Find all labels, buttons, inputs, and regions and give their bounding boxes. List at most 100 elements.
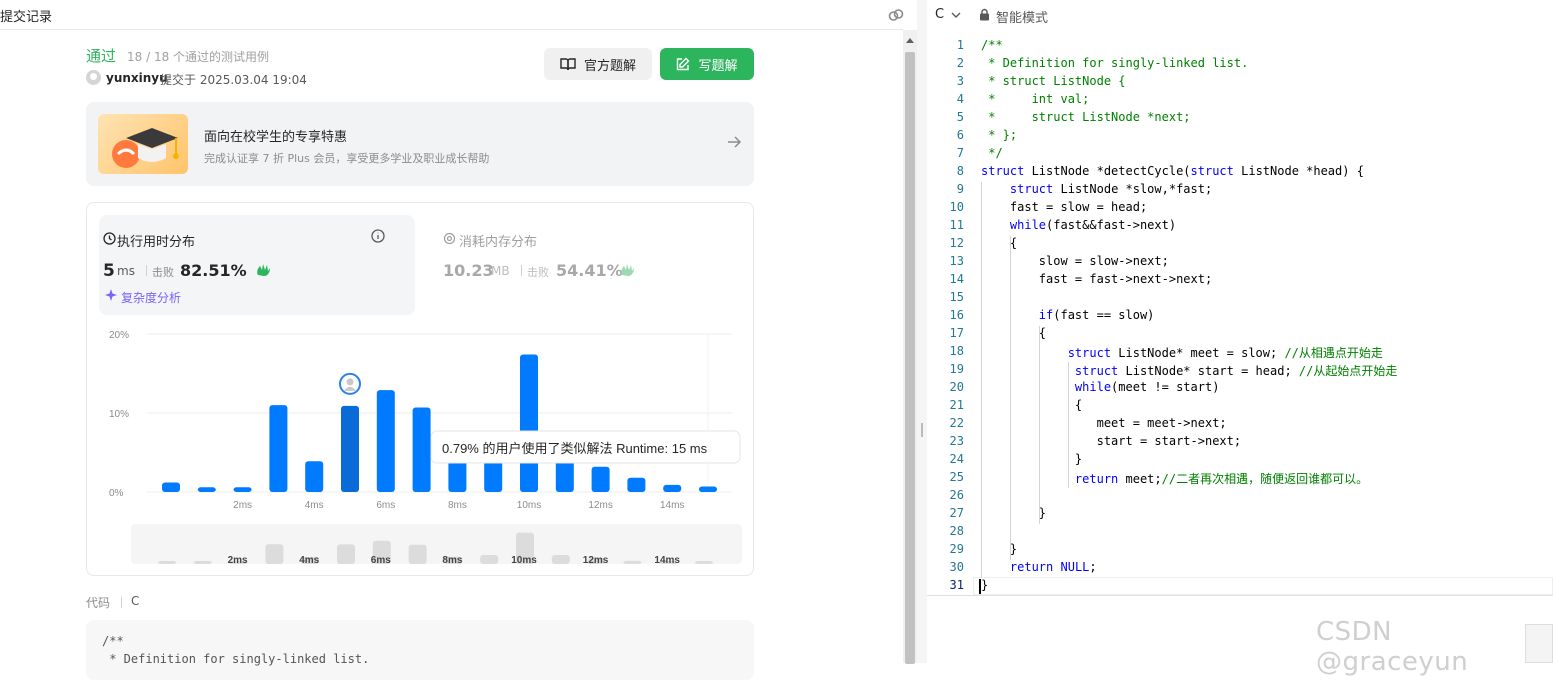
code-editor[interactable]: 1 /** 2 * Definition for singly-linked lis… xyxy=(927,38,1553,598)
code-text: /** xyxy=(981,38,1003,52)
left-scrollbar[interactable] xyxy=(903,30,917,664)
code-token: (fast&&fast->next) xyxy=(1046,218,1177,232)
promo-subtitle: 完成认证享 7 折 Plus 会员，享受更多学业及职业成长帮助 xyxy=(204,152,490,165)
chart-bar[interactable] xyxy=(305,461,324,492)
chart-bar[interactable] xyxy=(233,487,252,492)
code-token: ListNode* meet = slow; xyxy=(1111,346,1285,360)
code-preview-line: * Definition for singly-linked list. xyxy=(102,652,370,666)
avatar[interactable] xyxy=(86,70,101,85)
link-icon[interactable] xyxy=(887,6,905,24)
line-number: 21 xyxy=(949,398,964,412)
submission-panel: 提交记录 通过 18 / 18 个通过的测试用例 yunxinyu 提交于 20… xyxy=(0,0,905,680)
pane-divider[interactable] xyxy=(917,0,927,663)
code-line[interactable]: 27 } xyxy=(927,506,1553,524)
code-line[interactable]: 20 while(meet != start) xyxy=(927,380,1553,398)
code-token: ListNode *detectCycle( xyxy=(1024,164,1191,178)
code-line[interactable]: 4 * int val; xyxy=(927,92,1553,110)
code-line[interactable]: 12 { xyxy=(927,236,1553,254)
code-line[interactable]: 25 return meet;//二者再次相遇，随便返回谁都可以。 xyxy=(927,470,1553,488)
overview-bar xyxy=(337,544,355,564)
code-line[interactable]: 23 start = start->next; xyxy=(927,434,1553,452)
code-line[interactable]: 7 */ xyxy=(927,146,1553,164)
code-line[interactable]: 30 return NULL; xyxy=(927,560,1553,578)
line-number: 20 xyxy=(949,380,964,394)
submission-header: 提交记录 xyxy=(0,0,905,30)
chart-bar[interactable] xyxy=(412,407,431,492)
x-tick-label: 10ms xyxy=(517,500,541,511)
arrow-right-icon[interactable] xyxy=(726,134,742,150)
username[interactable]: yunxinyu xyxy=(106,71,168,85)
code-line[interactable]: 29 } xyxy=(927,542,1553,560)
code-line[interactable]: 13 slow = slow->next; xyxy=(927,254,1553,272)
language-select[interactable]: C xyxy=(935,7,944,22)
code-line[interactable]: 5 * struct ListNode *next; xyxy=(927,110,1553,128)
chart-bar[interactable] xyxy=(269,405,288,492)
code-line[interactable]: 24 } xyxy=(927,452,1553,470)
code-comment: * struct ListNode *next; xyxy=(981,110,1191,124)
book-icon xyxy=(560,58,576,71)
chart-bar[interactable] xyxy=(699,486,717,492)
code-line[interactable]: 10 fast = slow = head; xyxy=(927,200,1553,218)
code-comment: //二者再次相遇，随便返回谁都可以。 xyxy=(1161,472,1369,486)
code-line[interactable]: 11 while(fast&&fast->next) xyxy=(927,218,1553,236)
code-token: ListNode *slow,*fast; xyxy=(1053,182,1213,196)
chart-bar[interactable] xyxy=(627,477,646,492)
resize-grip-icon[interactable] xyxy=(921,423,923,437)
code-text: } xyxy=(981,578,988,592)
chevron-down-icon[interactable] xyxy=(951,10,961,20)
code-text: struct ListNode* start = head; //从起始点开始走 xyxy=(981,362,1397,379)
code-line[interactable]: 6 * }; xyxy=(927,128,1553,146)
code-token: meet; xyxy=(1118,472,1162,486)
code-token: (fast == slow) xyxy=(1053,308,1155,322)
official-solution-button[interactable]: 官方题解 xyxy=(544,48,652,80)
scrollbar-thumb[interactable] xyxy=(905,52,915,664)
code-line[interactable]: 21 { xyxy=(927,398,1553,416)
code-line[interactable]: 17 { xyxy=(927,326,1553,344)
code-line[interactable]: 18 struct ListNode* meet = slow; //从相遇点开… xyxy=(927,344,1553,362)
code-preview[interactable]: /** * Definition for singly-linked list. xyxy=(86,620,754,680)
chart-bar[interactable] xyxy=(341,405,359,492)
code-text: meet = meet->next; xyxy=(981,416,1227,430)
code-line[interactable]: 14 fast = fast->next->next; xyxy=(927,272,1553,290)
chart-bar[interactable] xyxy=(591,466,610,492)
code-token: fast = fast->next->next; xyxy=(981,272,1213,286)
line-number: 18 xyxy=(949,344,964,358)
y-tick-label: 10% xyxy=(109,409,129,420)
code-line[interactable]: 31} xyxy=(927,578,1553,596)
code-line[interactable]: 16 if(fast == slow) xyxy=(927,308,1553,326)
overview-tick-label: 2ms xyxy=(228,555,248,566)
edit-icon xyxy=(677,57,690,71)
code-line[interactable]: 8 struct ListNode *detectCycle(struct Lis… xyxy=(927,164,1553,182)
performance-card: 执行用时分布 5 ms 击败 82.51% 复杂度分析 消耗内存分布 10.23… xyxy=(86,202,754,576)
line-number: 9 xyxy=(956,182,964,196)
code-line[interactable]: 3 * struct ListNode { xyxy=(927,74,1553,92)
line-number: 14 xyxy=(949,272,964,286)
code-line[interactable]: 28 xyxy=(927,524,1553,542)
code-line[interactable]: 2 * Definition for singly-linked list. xyxy=(927,56,1553,74)
overview-tick-label: 12ms xyxy=(583,555,609,566)
runtime-distribution-chart[interactable]: 20% 10% 0% 2ms 4ms 6ms 8ms 10ms 12ms 14ms 2ms 4ms 6m… xyxy=(87,203,755,577)
code-keyword: while xyxy=(1074,380,1112,394)
code-text: } xyxy=(981,506,1046,520)
chart-bar[interactable] xyxy=(197,487,216,492)
code-token: meet = meet->next; xyxy=(981,416,1227,430)
chart-bar[interactable] xyxy=(376,390,395,492)
code-line[interactable]: 9 struct ListNode *slow,*fast; xyxy=(927,182,1553,200)
code-line[interactable]: 15 xyxy=(927,290,1553,308)
code-line[interactable]: 22 meet = meet->next; xyxy=(927,416,1553,434)
chart-bar[interactable] xyxy=(162,482,180,492)
chart-bar[interactable] xyxy=(448,460,467,492)
chart-bar[interactable] xyxy=(663,484,682,492)
editor-mode[interactable]: 智能模式 xyxy=(996,7,1048,26)
line-number: 31 xyxy=(949,578,964,592)
code-line[interactable]: 26 xyxy=(927,488,1553,506)
code-text: struct ListNode *slow,*fast; xyxy=(981,182,1212,196)
line-number: 26 xyxy=(949,488,964,502)
code-line[interactable]: 1 /** xyxy=(927,38,1553,56)
chart-bar[interactable] xyxy=(520,354,538,492)
student-promo-banner[interactable]: 面向在校学生的专享特惠 完成认证享 7 折 Plus 会员，享受更多学业及职业成… xyxy=(86,102,754,186)
code-line[interactable]: 19 struct ListNode* start = head; //从起始点… xyxy=(927,362,1553,380)
write-solution-button[interactable]: 写题解 xyxy=(660,48,754,80)
write-solution-label: 写题解 xyxy=(698,58,738,74)
scroll-up-arrow-icon[interactable] xyxy=(906,38,914,43)
